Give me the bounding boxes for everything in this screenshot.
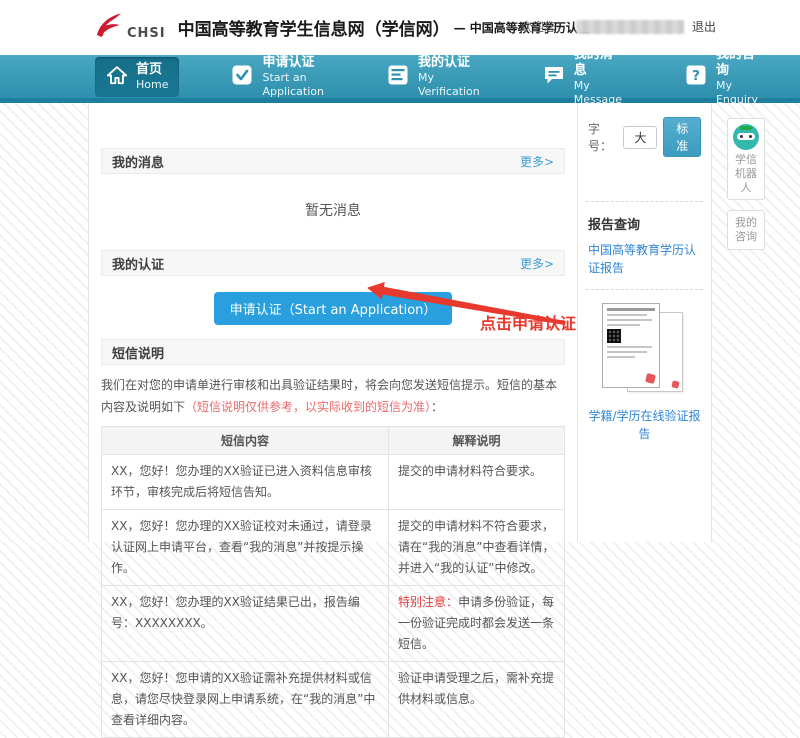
sms-title: 短信说明 — [112, 343, 164, 362]
sms-intro-paragraph: 我们在对您的申请单进行审核和出具验证结果时，将会向您发送短信提示。短信的基本内容… — [101, 374, 565, 418]
sms-intro-red-note: （短信说明仅供参考，以实际收到的短信为准） — [185, 400, 431, 414]
report-preview-image[interactable] — [595, 303, 695, 399]
font-size-standard-button[interactable]: 标准 — [663, 117, 701, 157]
qr-code-icon — [607, 329, 621, 343]
chsi-logo-text: CHSI — [127, 26, 166, 43]
sms-intro-tail: ： — [431, 400, 443, 414]
question-square-icon: ? — [684, 63, 708, 91]
red-stamp-icon — [671, 380, 679, 388]
highlight-text: 特别注意： — [398, 595, 458, 609]
badge-icon — [386, 63, 410, 91]
no-messages-text: 暂无消息 — [101, 200, 565, 220]
sms-explain-cell: 提交的申请材料符合要求。 — [389, 455, 565, 510]
table-row: XX，您好！您办理的XX验证结果已出，报告编号：XXXXXXXX。特别注意：申请… — [102, 586, 565, 662]
my-verification-more-link[interactable]: 更多> — [520, 255, 554, 272]
nav-item-my-verification[interactable]: 我的认证 My Verification — [375, 50, 491, 104]
my-enquiry-float-button[interactable]: 我的咨询 — [727, 210, 765, 250]
apply-button-row: 申请认证（Start an Application） — [101, 292, 565, 325]
nav-label-en: My Enquiry — [716, 79, 758, 107]
sms-explain-header: 解释说明 — [389, 427, 565, 455]
sms-content-cell: XX，您好！您办理的XX验证校对未通过，请登录认证网上申请平台，查看“我的消息”… — [102, 510, 389, 586]
table-header-row: 短信内容 解释说明 — [102, 427, 565, 455]
table-row: XX，您好！您办理的XX验证校对未通过，请登录认证网上申请平台，查看“我的消息”… — [102, 510, 565, 586]
top-header: CHSI 中国高等教育学生信息网（学信网） — 中国高等教育学历认证 欢迎您， … — [0, 0, 800, 55]
redacted-username — [576, 20, 684, 34]
sms-table-body: XX，您好！您办理的XX验证已进入资料信息审核环节，审核完成后将短信告知。提交的… — [102, 455, 565, 738]
chsi-logo: CHSI — [93, 12, 166, 43]
logout-link[interactable]: 退出 — [692, 18, 716, 35]
font-size-selector: 字号： 大 标准 — [588, 117, 701, 157]
degree-report-link[interactable]: 中国高等教育学历认证报告 — [588, 241, 701, 277]
font-size-label: 字号： — [588, 120, 617, 154]
nav-label-zh: 首页 — [136, 62, 168, 78]
divider — [586, 289, 703, 290]
xuexin-robot-button[interactable]: 学信机器人 — [727, 118, 765, 200]
message-bubble-icon — [542, 63, 566, 91]
nav-item-home[interactable]: 首页 Home — [95, 57, 179, 97]
site-title: 中国高等教育学生信息网（学信网） — [178, 15, 450, 40]
my-verification-title: 我的认证 — [112, 254, 164, 273]
content-column: 我的消息 更多> 暂无消息 我的认证 更多> 申请认证（Start an App… — [89, 103, 577, 542]
report-document-front — [602, 303, 660, 388]
main-content: 我的消息 更多> 暂无消息 我的认证 更多> 申请认证（Start an App… — [88, 103, 712, 542]
sms-content-cell: XX，您好！您办理的XX验证已进入资料信息审核环节，审核完成后将短信告知。 — [102, 455, 389, 510]
robot-label: 学信机器人 — [735, 153, 757, 194]
my-messages-section-header: 我的消息 更多> — [101, 148, 565, 174]
document-title-band — [607, 308, 655, 311]
sms-content-cell: XX，您好！您申请的XX验证需补充提供材料或信息，请您尽快登录网上申请系统，在“… — [102, 662, 389, 738]
main-navbar: 首页 Home 申请认证 Start an Application 我的认证 M… — [0, 55, 800, 103]
my-messages-title: 我的消息 — [112, 152, 164, 171]
sms-explain-cell: 特别注意：申请多份验证，每一份验证完成时都会发送一条短信。 — [389, 586, 565, 662]
nav-label-zh: 申请认证 — [262, 55, 323, 71]
home-icon — [106, 64, 128, 90]
divider — [586, 201, 703, 202]
sms-section-header: 短信说明 — [101, 339, 565, 365]
robot-avatar-icon — [733, 124, 759, 150]
check-square-icon — [230, 63, 254, 91]
enquiry-label: 我的咨询 — [735, 216, 757, 243]
table-row: XX，您好！您办理的XX验证已进入资料信息审核环节，审核完成后将短信告知。提交的… — [102, 455, 565, 510]
my-verification-section-header: 我的认证 更多> — [101, 250, 565, 276]
my-messages-more-link[interactable]: 更多> — [520, 153, 554, 170]
sms-explain-cell: 验证申请受理之后，需补充提供材料或信息。 — [389, 662, 565, 738]
report-query-title: 报告查询 — [588, 214, 701, 233]
nav-label-en: My Verification — [418, 71, 480, 99]
chsi-logo-icon — [93, 12, 123, 43]
nav-label-zh: 我的认证 — [418, 55, 480, 71]
svg-text:?: ? — [692, 68, 700, 84]
floating-widgets: 学信机器人 我的咨询 — [727, 118, 765, 250]
font-size-large-button[interactable]: 大 — [623, 126, 657, 149]
red-stamp-icon — [645, 373, 656, 384]
sms-explain-cell: 提交的申请材料不符合要求，请在“我的消息”中查看详情，并进入“我的认证”中修改。 — [389, 510, 565, 586]
table-row: XX，您好！您申请的XX验证需补充提供材料或信息，请您尽快登录网上申请系统，在“… — [102, 662, 565, 738]
nav-label-en: Home — [136, 78, 168, 92]
sms-content-header: 短信内容 — [102, 427, 389, 455]
sms-content-cell: XX，您好！您办理的XX验证结果已出，报告编号：XXXXXXXX。 — [102, 586, 389, 662]
nav-label-en: Start an Application — [262, 71, 323, 99]
nav-item-start-application[interactable]: 申请认证 Start an Application — [219, 50, 334, 104]
right-sidebar: 字号： 大 标准 报告查询 中国高等教育学历认证报告 学籍/学历在线验证报告 — [577, 103, 711, 542]
online-report-link[interactable]: 学籍/学历在线验证报告 — [588, 407, 701, 443]
start-application-button[interactable]: 申请认证（Start an Application） — [214, 292, 453, 325]
welcome-text: 欢迎您， — [520, 18, 568, 35]
sms-table: 短信内容 解释说明 XX，您好！您办理的XX验证已进入资料信息审核环节，审核完成… — [101, 426, 565, 738]
user-area: 欢迎您， 退出 — [520, 18, 716, 35]
